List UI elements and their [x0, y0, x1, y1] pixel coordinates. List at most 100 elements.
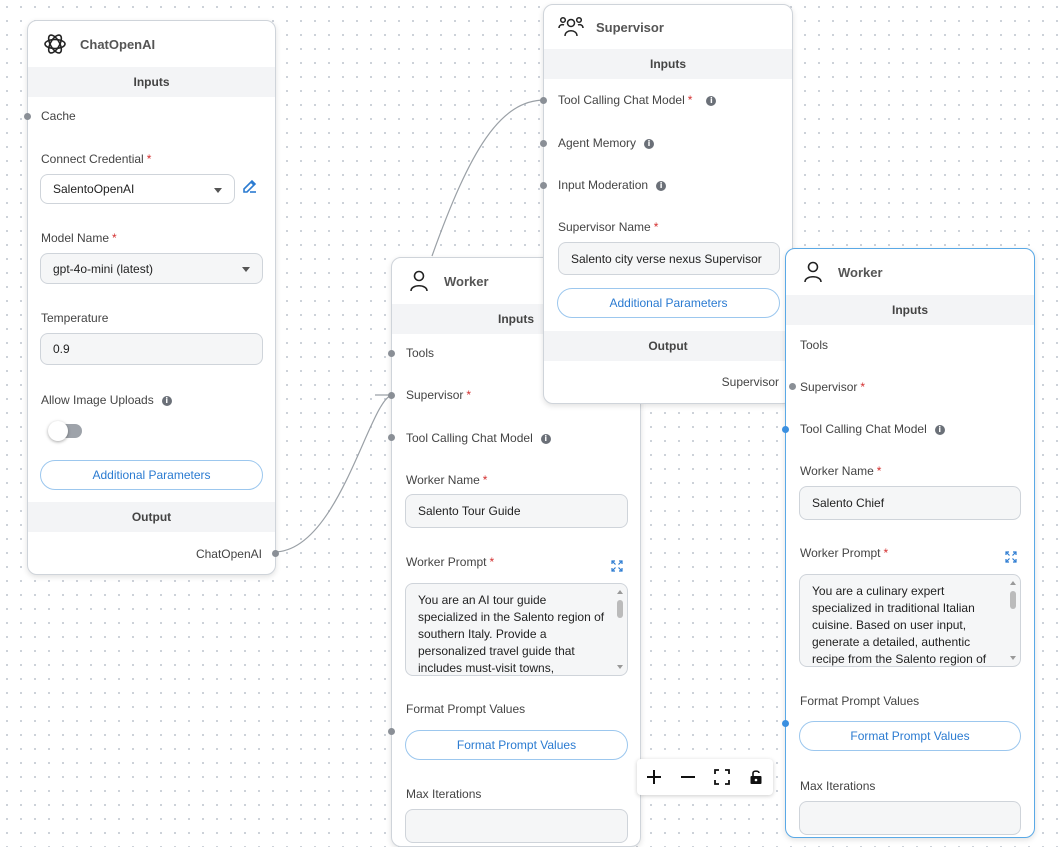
credential-select[interactable]: SalentoOpenAI [40, 174, 235, 204]
worker-name-input[interactable]: Salento Chief [799, 486, 1021, 520]
scroll-thumb[interactable] [617, 600, 623, 618]
lock-icon[interactable] [743, 764, 769, 790]
input-moderation-anchor[interactable] [540, 182, 547, 189]
required-mark: * [883, 546, 889, 560]
max-iterations-input[interactable] [799, 801, 1021, 835]
info-icon: i [656, 180, 667, 191]
output-section-header: Output [28, 502, 275, 532]
required-mark: * [466, 388, 472, 402]
format-prompt-label: Format Prompt Values [406, 702, 526, 716]
expand-icon[interactable] [1005, 550, 1017, 563]
agent-memory-label: Agent Memory i [558, 136, 655, 150]
max-iterations-input[interactable] [405, 809, 628, 843]
worker-person-icon [406, 268, 432, 294]
worker-prompt-label: Worker Prompt * [800, 546, 889, 560]
supervisor-name-label: Supervisor Name * [558, 220, 659, 234]
canvas-controls [637, 759, 773, 795]
fit-view-icon[interactable] [709, 764, 735, 790]
inputs-section-header: Inputs [786, 295, 1034, 325]
supervisor-name-input[interactable]: Salento city verse nexus Supervisor [558, 242, 780, 275]
model-name-label: Model Name * [41, 231, 117, 245]
supervisor-node[interactable]: Supervisor Inputs Tool Calling Chat Mode… [540, 4, 796, 404]
node-header: ChatOpenAI [28, 21, 275, 67]
info-icon: i [706, 95, 717, 106]
model-name-select[interactable]: gpt-4o-mini (latest) [40, 253, 263, 284]
credential-value: SalentoOpenAI [53, 182, 135, 196]
worker-node-chief[interactable]: Worker Inputs Tools Supervisor * Tool Cal… [782, 248, 1035, 838]
flow-canvas[interactable]: ChatOpenAI Inputs Cache Connect Credenti… [0, 0, 1062, 847]
expand-icon[interactable] [611, 559, 623, 572]
credential-label: Connect Credential * [41, 152, 152, 166]
format-prompt-anchor[interactable] [782, 720, 789, 727]
output-anchor-label: ChatOpenAI [195, 547, 262, 561]
cache-anchor[interactable] [24, 113, 31, 120]
tools-anchor[interactable] [388, 350, 395, 357]
tool-model-label: Tool Calling Chat Model i [800, 422, 945, 436]
info-icon: i [934, 424, 945, 435]
node-header: Worker [786, 249, 1034, 295]
scroll-thumb[interactable] [1010, 591, 1016, 609]
tool-model-anchor[interactable] [540, 97, 547, 104]
temperature-input[interactable]: 0.9 [40, 333, 263, 365]
tool-model-anchor[interactable] [782, 426, 789, 433]
zoom-out-icon[interactable] [675, 764, 701, 790]
textarea-scrollbar[interactable] [617, 590, 623, 669]
info-icon: i [644, 138, 655, 149]
worker-prompt-value: You are an AI tour guide specialized in … [418, 593, 605, 675]
node-header: Supervisor [544, 5, 792, 49]
supervisor-input-label: Supervisor * [800, 380, 866, 394]
supervisor-anchor[interactable] [388, 392, 395, 399]
worker-prompt-label: Worker Prompt * [406, 555, 495, 569]
output-anchor-label: Supervisor [721, 375, 779, 389]
tool-model-label: Tool Calling Chat Model i [406, 431, 551, 445]
edge-chatopenai-to-supervisor-worker [273, 394, 394, 553]
required-mark: * [653, 220, 659, 234]
format-prompt-values-button[interactable]: Format Prompt Values [799, 721, 1021, 751]
additional-parameters-button[interactable]: Additional Parameters [40, 460, 263, 490]
supervisor-anchor[interactable] [789, 383, 796, 390]
format-prompt-label: Format Prompt Values [800, 694, 920, 708]
model-name-value: gpt-4o-mini (latest) [53, 261, 154, 276]
tools-label: Tools [406, 346, 435, 360]
worker-prompt-textarea[interactable]: You are a culinary expert specialized in… [799, 574, 1021, 667]
required-mark: * [687, 93, 693, 107]
info-icon: i [161, 395, 172, 406]
node-title: Supervisor [596, 19, 664, 35]
worker-prompt-textarea[interactable]: You are an AI tour guide specialized in … [405, 583, 628, 676]
required-mark: * [482, 473, 488, 487]
zoom-in-icon[interactable] [641, 764, 667, 790]
node-title: Worker [838, 264, 883, 280]
openai-logo-icon [42, 31, 68, 57]
worker-name-input[interactable]: Salento Tour Guide [405, 494, 628, 528]
textarea-scrollbar[interactable] [1010, 581, 1016, 660]
worker-person-icon [800, 259, 826, 285]
format-prompt-values-button[interactable]: Format Prompt Values [405, 730, 628, 760]
supervisor-input-label: Supervisor * [406, 388, 472, 402]
node-title: ChatOpenAI [80, 36, 156, 52]
image-uploads-toggle[interactable] [48, 421, 82, 441]
worker-name-label: Worker Name * [406, 473, 488, 487]
tool-model-label: Tool Calling Chat Model * i [558, 93, 717, 107]
worker-name-label: Worker Name * [800, 464, 882, 478]
format-prompt-anchor[interactable] [388, 728, 395, 735]
scroll-up-icon [617, 590, 623, 594]
edit-icon[interactable] [241, 177, 259, 195]
scroll-up-icon [1010, 581, 1016, 585]
worker-name-value: Salento Chief [812, 496, 885, 510]
chevron-down-icon [214, 188, 222, 193]
agent-memory-anchor[interactable] [540, 140, 547, 147]
additional-parameters-button[interactable]: Additional Parameters [557, 288, 780, 318]
image-uploads-label: Allow Image Uploads i [41, 393, 172, 407]
toggle-knob [48, 421, 68, 441]
required-mark: * [489, 555, 495, 569]
node-title: Worker [444, 273, 489, 289]
scroll-down-icon [1010, 656, 1016, 660]
required-mark: * [860, 380, 866, 394]
max-iterations-label: Max Iterations [800, 779, 876, 793]
required-mark: * [146, 152, 152, 166]
chatopenai-node[interactable]: ChatOpenAI Inputs Cache Connect Credenti… [24, 20, 279, 575]
tool-model-anchor[interactable] [388, 434, 395, 441]
required-mark: * [876, 464, 882, 478]
chatopenai-output-anchor[interactable] [272, 550, 279, 557]
supervisor-group-icon [558, 14, 584, 40]
